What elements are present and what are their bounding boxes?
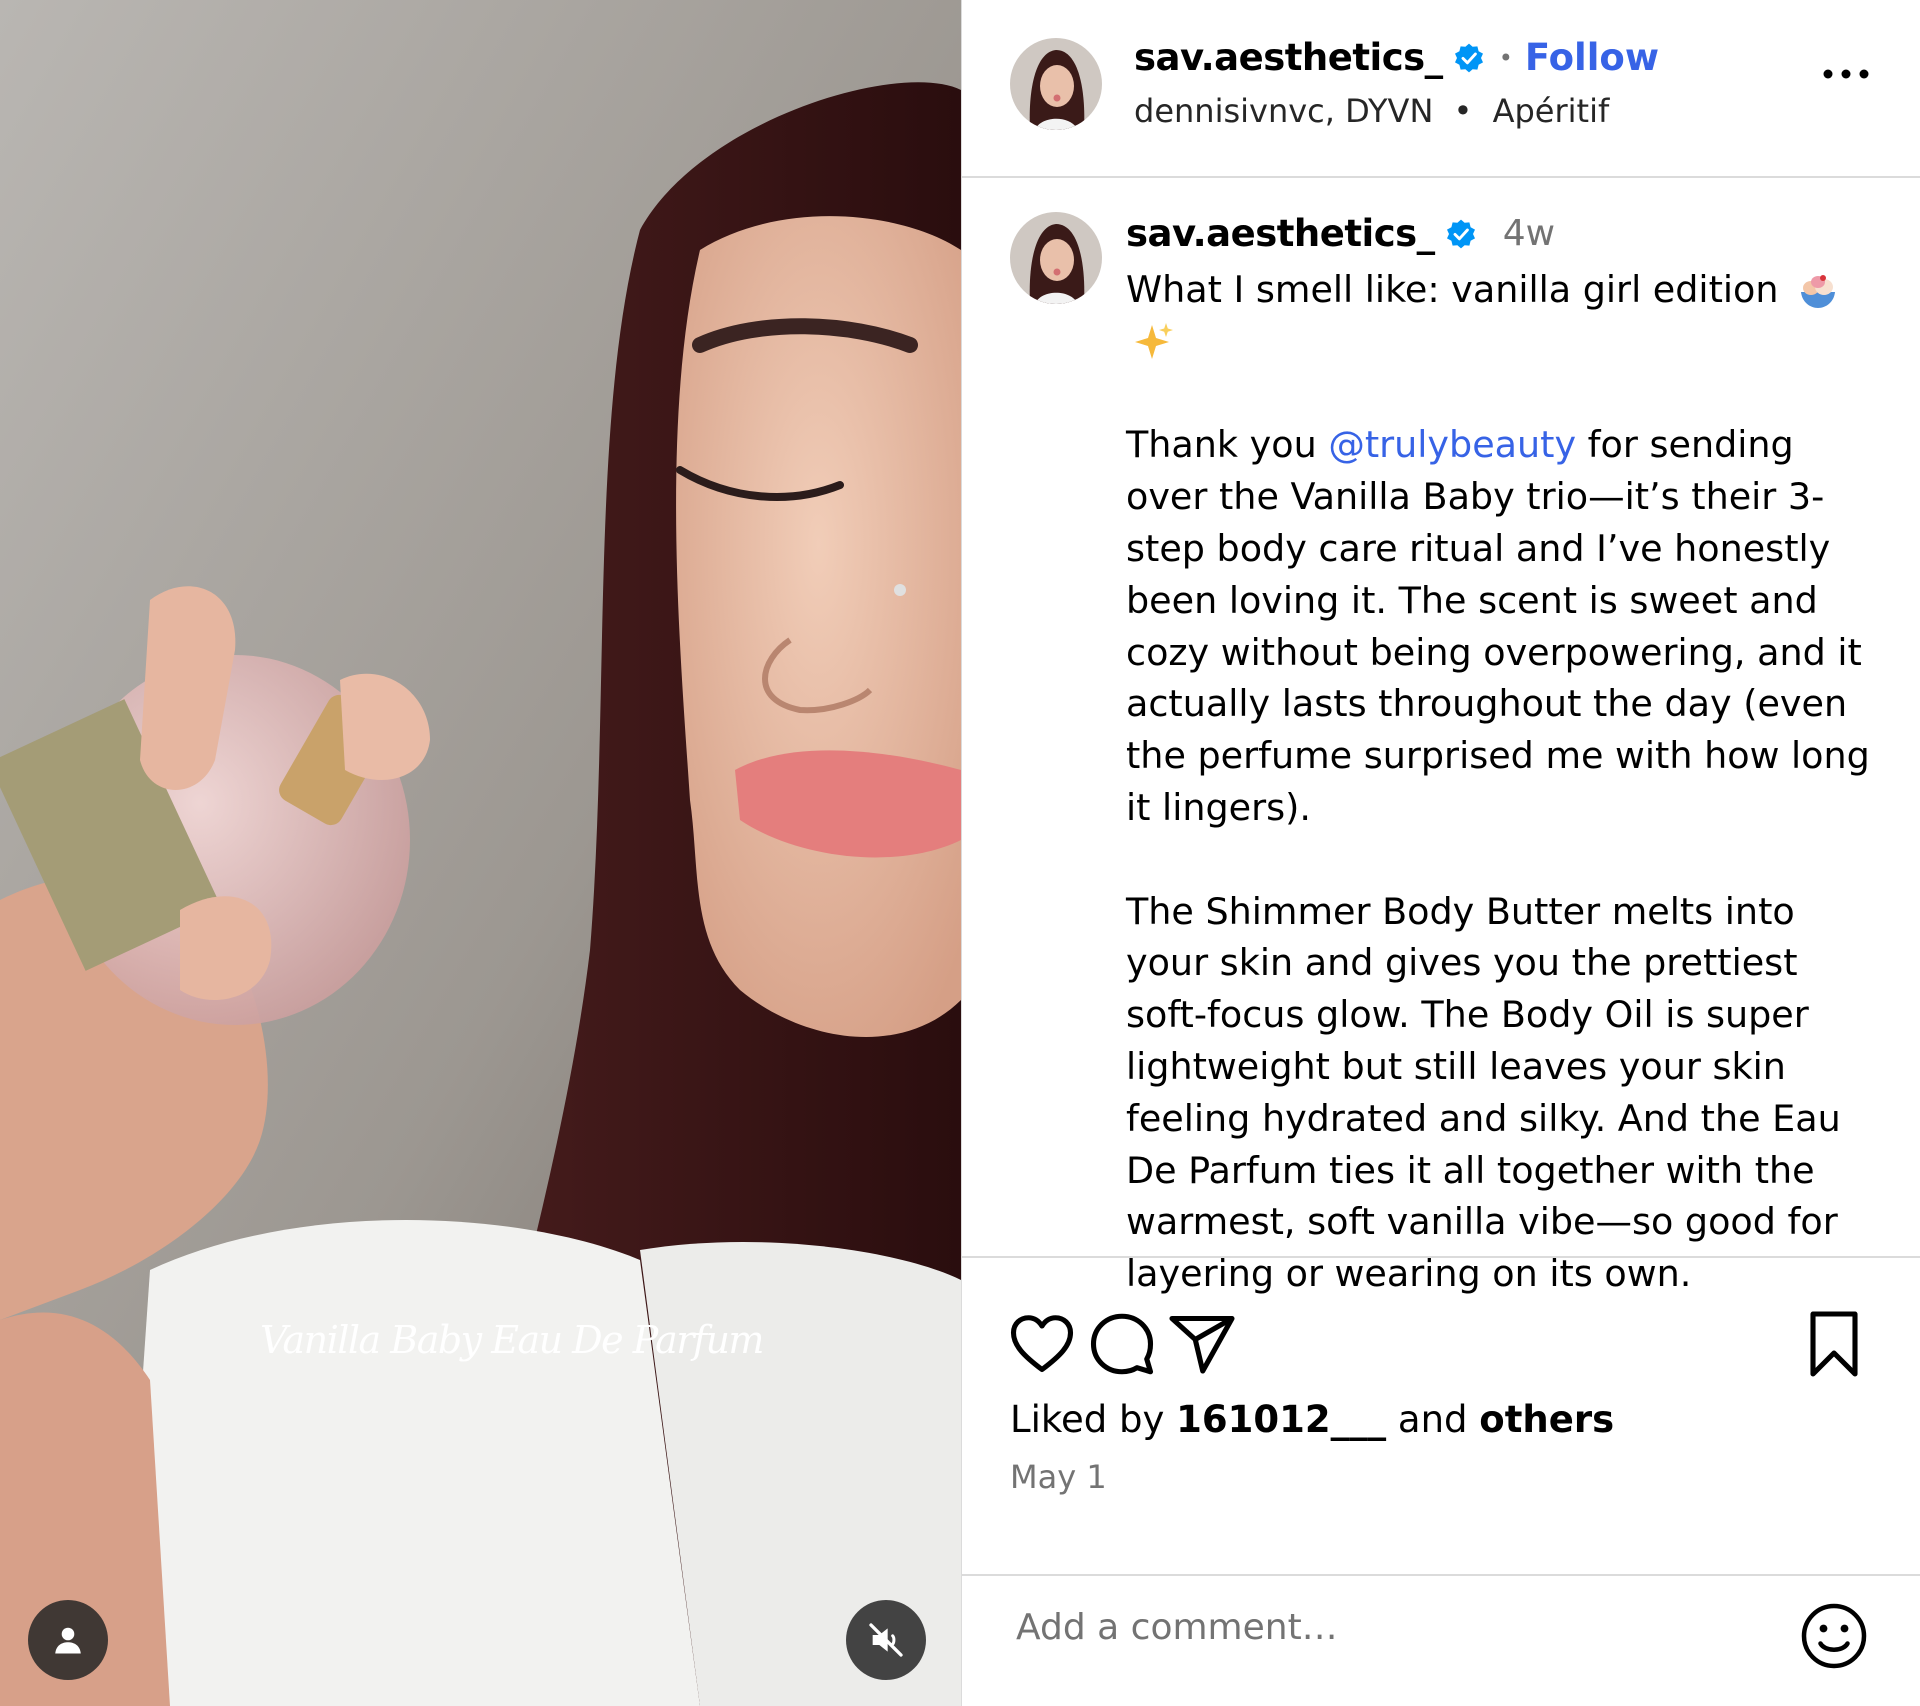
share-icon[interactable] (1166, 1308, 1238, 1380)
bookmark-icon[interactable] (1798, 1308, 1870, 1380)
liked-by-prefix: Liked by (1010, 1398, 1177, 1441)
caption-text: What I smell like: vanilla girl edition (1126, 264, 1886, 1300)
smiley-icon[interactable] (1798, 1600, 1870, 1672)
instagram-post: Vanilla Baby Eau De Parfum sav.aesthetic… (0, 0, 1920, 1706)
action-bar (962, 1290, 1920, 1390)
avatar-image (1010, 212, 1102, 304)
audio-title: Apéritif (1492, 92, 1610, 130)
speaker-muted-icon (869, 1623, 903, 1657)
audio-attribution[interactable]: dennisivnvc, DYVN • Apéritif (1134, 92, 1609, 130)
comment-icon[interactable] (1086, 1308, 1158, 1380)
caption-first-line-text: What I smell like: vanilla girl edition (1126, 268, 1779, 311)
author-username[interactable]: sav.aesthetics_ (1134, 36, 1443, 79)
audio-separator: • (1453, 92, 1473, 130)
caption-paragraph-2: The Shimmer Body Butter melts into your … (1126, 889, 1841, 1296)
caption-paragraph-1: Thank you @trulybeauty for sending over … (1126, 419, 1886, 833)
more-horizontal-icon[interactable] (1820, 64, 1872, 84)
liked-by-others[interactable]: others (1479, 1398, 1614, 1441)
post-details-panel: sav.aesthetics_ • Follow dennisivnvc, DY… (961, 0, 1920, 1706)
audio-artists: dennisivnvc, DYVN (1134, 92, 1434, 130)
liked-by-user[interactable]: 161012___ (1176, 1398, 1386, 1441)
caption-header: sav.aesthetics_ 4w (1126, 212, 1555, 255)
header-separator: • (1498, 43, 1513, 72)
mute-toggle-button[interactable] (846, 1600, 926, 1680)
mention-link[interactable]: @trulybeauty (1328, 423, 1576, 466)
comment-input[interactable] (1014, 1606, 1718, 1649)
post-media[interactable]: Vanilla Baby Eau De Parfum (0, 0, 961, 1706)
caption-timestamp[interactable]: 4w (1503, 213, 1555, 254)
sparkles-emoji (1135, 323, 1173, 360)
avatar-image (1010, 38, 1102, 130)
caption-para1-rest: for sending over the Vanilla Baby trio—i… (1126, 423, 1870, 829)
media-overlay-text: Vanilla Baby Eau De Parfum (260, 1318, 764, 1362)
author-avatar[interactable] (1010, 38, 1102, 130)
caption-author-avatar[interactable] (1010, 212, 1102, 304)
tagged-people-button[interactable] (28, 1600, 108, 1680)
post-date[interactable]: May 1 (1010, 1458, 1107, 1496)
caption-username[interactable]: sav.aesthetics_ (1126, 212, 1435, 255)
person-icon (55, 1627, 81, 1654)
follow-button[interactable]: Follow (1525, 36, 1659, 79)
heart-icon[interactable] (1006, 1308, 1078, 1380)
post-caption: sav.aesthetics_ 4w What I smell like: va… (962, 178, 1920, 1295)
ice-cream-bowl-emoji (1801, 274, 1836, 308)
liked-by-conjunction: and (1386, 1398, 1480, 1441)
liked-by-summary[interactable]: Liked by 161012___ and others (1010, 1398, 1614, 1441)
verified-badge-icon (1446, 219, 1475, 248)
post-header: sav.aesthetics_ • Follow dennisivnvc, DY… (962, 0, 1920, 178)
video-frame (0, 0, 961, 1706)
verified-badge-icon (1454, 43, 1483, 72)
comment-bar (962, 1574, 1920, 1706)
caption-para1-start: Thank you (1126, 423, 1329, 467)
caption-first-line: What I smell like: vanilla girl edition (1126, 264, 1886, 368)
header-title-row: sav.aesthetics_ • Follow (1134, 36, 1659, 79)
